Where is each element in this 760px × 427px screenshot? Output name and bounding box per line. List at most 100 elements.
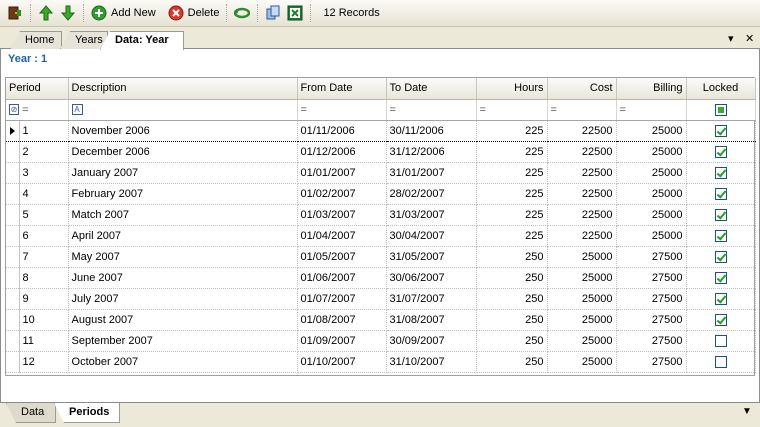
table-row[interactable]: 1 November 2006 01/11/2006 30/11/2006 225 225…	[6, 119, 756, 142]
table-row[interactable]: 5 Match 2007 01/03/2007 31/03/2007 225 22500 2…	[6, 204, 756, 226]
cell-to-date[interactable]: 30/11/2006	[386, 119, 477, 142]
cell-from-date[interactable]: 01/02/2007	[297, 183, 387, 205]
locked-checkbox[interactable]	[714, 355, 727, 368]
table-row[interactable]: 7 May 2007 01/05/2007 31/05/2007 250 25000 275…	[6, 246, 756, 268]
cell-locked[interactable]	[686, 141, 756, 163]
cell-locked[interactable]	[686, 330, 756, 352]
cell-from-date[interactable]: 01/06/2007	[297, 267, 387, 289]
cell-locked[interactable]	[686, 225, 756, 247]
cell-cost[interactable]: 22500	[547, 162, 617, 184]
cell-hours[interactable]: 225	[476, 141, 548, 163]
locked-checkbox[interactable]	[714, 334, 727, 347]
cell-from-date[interactable]: 01/08/2007	[297, 309, 387, 331]
cell-cost[interactable]: 22500	[547, 225, 617, 247]
cell-cost[interactable]: 25000	[547, 267, 617, 289]
tab-menu-button[interactable]: ▾	[728, 32, 734, 45]
cell-hours[interactable]: 225	[476, 204, 548, 226]
column-header-from-date[interactable]: From Date	[297, 78, 387, 100]
cell-locked[interactable]	[686, 351, 756, 373]
delete-button[interactable]: Delete	[165, 2, 223, 24]
cell-cost[interactable]: 22500	[547, 204, 617, 226]
refresh-button[interactable]	[231, 2, 253, 24]
bottom-tab-menu-icon[interactable]: ▼	[742, 406, 752, 417]
copy-button[interactable]	[262, 2, 284, 24]
table-row[interactable]: 9 July 2007 01/07/2007 31/07/2007 250 25000 27…	[6, 288, 756, 310]
move-down-button[interactable]	[57, 2, 79, 24]
exit-button[interactable]	[4, 2, 26, 24]
clear-filter-icon[interactable]: ⊘	[9, 104, 19, 116]
locked-checkbox[interactable]	[714, 229, 727, 242]
cell-from-date[interactable]: 01/05/2007	[297, 246, 387, 268]
cell-period[interactable]: 4	[19, 183, 69, 205]
cell-billing[interactable]: 25000	[616, 162, 687, 184]
cell-description[interactable]: December 2006	[68, 141, 298, 163]
cell-cost[interactable]: 25000	[547, 288, 617, 310]
locked-checkbox[interactable]	[714, 313, 727, 326]
locked-checkbox[interactable]	[714, 187, 727, 200]
cell-to-date[interactable]: 30/09/2007	[386, 330, 477, 352]
cell-billing[interactable]: 27500	[616, 309, 687, 331]
cell-period[interactable]: 12	[19, 351, 69, 373]
cell-from-date[interactable]: 01/12/2006	[297, 141, 387, 163]
cell-billing[interactable]: 25000	[616, 141, 687, 163]
cell-period[interactable]: 6	[19, 225, 69, 247]
cell-cost[interactable]: 25000	[547, 246, 617, 268]
cell-hours[interactable]: 250	[476, 267, 548, 289]
cell-billing[interactable]: 25000	[616, 204, 687, 226]
filter-cell-billing[interactable]: =	[616, 99, 687, 121]
column-header-cost[interactable]: Cost	[547, 78, 617, 100]
cell-description[interactable]: May 2007	[68, 246, 298, 268]
cell-to-date[interactable]: 31/03/2007	[386, 204, 477, 226]
column-header-billing[interactable]: Billing	[616, 78, 687, 100]
cell-to-date[interactable]: 31/12/2006	[386, 141, 477, 163]
locked-checkbox[interactable]	[714, 208, 727, 221]
cell-billing[interactable]: 27500	[616, 351, 687, 373]
cell-to-date[interactable]: 31/05/2007	[386, 246, 477, 268]
cell-period[interactable]: 9	[19, 288, 69, 310]
cell-cost[interactable]: 22500	[547, 141, 617, 163]
cell-locked[interactable]	[686, 183, 756, 205]
table-row[interactable]: 4 February 2007 01/02/2007 28/02/2007 225 225…	[6, 183, 756, 205]
cell-cost[interactable]: 25000	[547, 309, 617, 331]
cell-description[interactable]: October 2007	[68, 351, 298, 373]
column-header-hours[interactable]: Hours	[476, 78, 548, 100]
cell-description[interactable]: August 2007	[68, 309, 298, 331]
cell-description[interactable]: July 2007	[68, 288, 298, 310]
cell-to-date[interactable]: 28/02/2007	[386, 183, 477, 205]
cell-description[interactable]: Match 2007	[68, 204, 298, 226]
close-tab-button[interactable]: ✕	[745, 32, 754, 45]
cell-locked[interactable]	[686, 288, 756, 310]
cell-cost[interactable]: 25000	[547, 351, 617, 373]
table-row[interactable]: 10 August 2007 01/08/2007 31/08/2007 250 2500…	[6, 309, 756, 331]
locked-checkbox[interactable]	[714, 271, 727, 284]
filter-cell-hours[interactable]: =	[476, 99, 548, 121]
table-row[interactable]: 12 October 2007 01/10/2007 31/10/2007 250 250…	[6, 351, 756, 373]
cell-period[interactable]: 7	[19, 246, 69, 268]
cell-cost[interactable]: 22500	[547, 183, 617, 205]
table-row[interactable]: 2 December 2006 01/12/2006 31/12/2006 225 225…	[6, 141, 756, 163]
filter-cell-from-date[interactable]: =	[297, 99, 387, 121]
cell-hours[interactable]: 225	[476, 119, 548, 142]
tab-years[interactable]: Years	[60, 31, 108, 49]
cell-hours[interactable]: 250	[476, 288, 548, 310]
cell-cost[interactable]: 25000	[547, 330, 617, 352]
cell-description[interactable]: November 2006	[68, 119, 298, 142]
indeterminate-checkbox[interactable]	[714, 103, 727, 116]
export-excel-button[interactable]	[284, 2, 306, 24]
cell-from-date[interactable]: 01/10/2007	[297, 351, 387, 373]
filter-cell-locked[interactable]	[686, 99, 756, 121]
cell-to-date[interactable]: 31/08/2007	[386, 309, 477, 331]
cell-billing[interactable]: 25000	[616, 119, 687, 142]
tab-home[interactable]: Home	[10, 31, 62, 49]
locked-checkbox[interactable]	[714, 166, 727, 179]
column-header-period[interactable]: Period	[6, 78, 69, 100]
cell-locked[interactable]	[686, 246, 756, 268]
cell-locked[interactable]	[686, 204, 756, 226]
cell-billing[interactable]: 27500	[616, 246, 687, 268]
cell-description[interactable]: January 2007	[68, 162, 298, 184]
cell-hours[interactable]: 225	[476, 225, 548, 247]
cell-billing[interactable]: 27500	[616, 267, 687, 289]
cell-billing[interactable]: 25000	[616, 225, 687, 247]
cell-period[interactable]: 3	[19, 162, 69, 184]
cell-description[interactable]: April 2007	[68, 225, 298, 247]
